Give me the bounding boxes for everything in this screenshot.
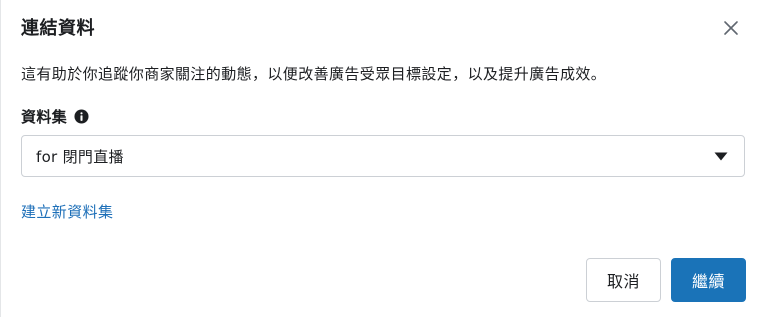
continue-button[interactable]: 繼續 [671,258,746,302]
close-icon [723,20,739,40]
dialog-title: 連結資料 [21,18,95,39]
dialog-description: 這有助於你追蹤你商家關注的動態，以便改善廣告受眾目標設定，以及提升廣告成效。 [21,65,607,83]
caret-down-icon [714,151,728,161]
cancel-button[interactable]: 取消 [586,258,661,302]
connect-data-dialog: 連結資料 這有助於你追蹤你商家關注的動態，以便改善廣告受眾目標設定，以及提升廣告… [0,0,766,317]
dataset-select-value: for 閉門直播 [36,147,124,166]
dataset-label-row: 資料集 [21,104,89,128]
close-button[interactable] [718,17,744,43]
dataset-select[interactable]: for 閉門直播 [21,135,745,177]
create-dataset-link[interactable]: 建立新資料集 [21,200,113,224]
info-icon[interactable] [73,108,89,124]
dataset-label: 資料集 [21,107,68,126]
